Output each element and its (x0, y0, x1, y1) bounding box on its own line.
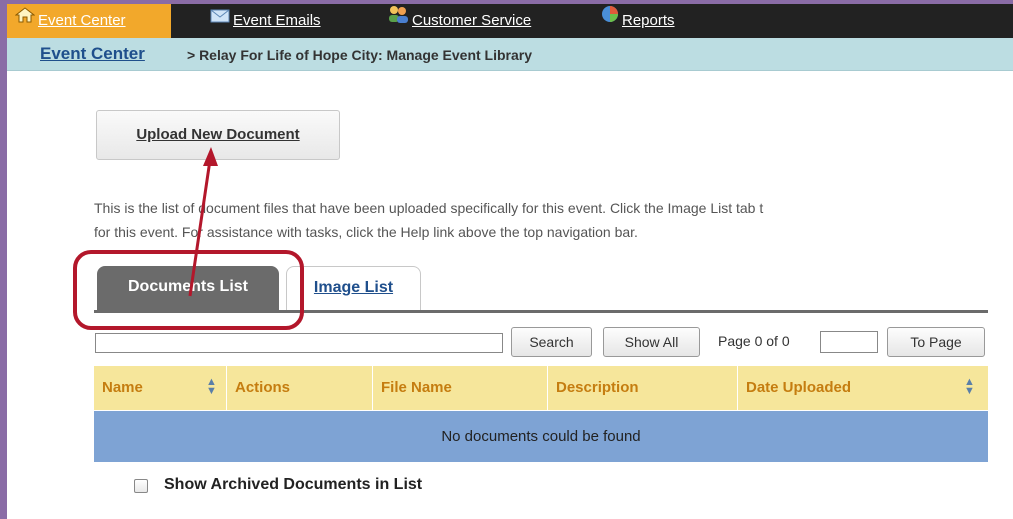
column-header-file-name[interactable]: File Name (373, 366, 548, 410)
show-archived-label[interactable]: Show Archived Documents in List (164, 476, 422, 494)
sort-arrows-icon[interactable]: ▲ ▼ (964, 377, 975, 397)
to-page-button[interactable]: To Page (887, 327, 985, 357)
sort-arrows-icon[interactable]: ▲ ▼ (206, 377, 217, 397)
search-input[interactable] (95, 333, 503, 353)
page-indicator: Page 0 of 0 (718, 333, 790, 349)
envelope-icon (210, 2, 230, 36)
table-header: Name ▲ ▼ Actions File Name Description Da… (94, 366, 988, 410)
people-icon (387, 2, 409, 36)
column-header-actions: Actions (227, 366, 373, 410)
nav-event-emails[interactable]: Event Emails (210, 4, 321, 38)
table-empty-row: No documents could be found (94, 411, 988, 462)
page-number-input[interactable] (820, 331, 878, 353)
column-header-name[interactable]: Name ▲ ▼ (94, 366, 227, 410)
window-frame-left (0, 0, 7, 519)
search-button[interactable]: Search (511, 327, 592, 357)
tab-image-list[interactable]: Image List (286, 266, 421, 310)
pie-chart-icon (601, 2, 619, 36)
annotation-highlight-box (73, 250, 304, 330)
column-header-actions-label: Actions (235, 379, 291, 396)
page-title: > Relay For Life of Hope City: Manage Ev… (187, 47, 533, 63)
column-header-date-uploaded-label: Date Uploaded (746, 379, 852, 396)
column-header-description[interactable]: Description (548, 366, 738, 410)
column-header-name-label: Name (102, 379, 143, 396)
breadcrumb: Event Center > Relay For Life of Hope Ci… (7, 38, 1013, 71)
upload-new-document-button[interactable]: Upload New Document (96, 110, 340, 160)
column-header-description-label: Description (556, 379, 639, 396)
show-all-button[interactable]: Show All (603, 327, 700, 357)
home-icon (14, 2, 36, 36)
breadcrumb-link-event-center[interactable]: Event Center (40, 44, 145, 64)
show-archived-checkbox[interactable] (134, 479, 148, 493)
nav-event-center-label: Event Center (38, 12, 126, 29)
nav-customer-service[interactable]: Customer Service (387, 4, 531, 38)
column-header-date-uploaded[interactable]: Date Uploaded ▲ ▼ (738, 366, 988, 410)
description-line-2: for this event. For assistance with task… (94, 224, 638, 240)
nav-customer-service-label: Customer Service (412, 12, 532, 29)
page-description: This is the list of document files that … (94, 196, 1013, 244)
nav-event-center[interactable]: Event Center (7, 4, 171, 38)
column-header-file-name-label: File Name (381, 379, 452, 396)
description-line-1: This is the list of document files that … (94, 200, 764, 216)
nav-reports-label: Reports (622, 12, 675, 29)
top-navigation: Event Center Event Emails Customer Servi… (7, 4, 1013, 38)
nav-event-emails-label: Event Emails (233, 12, 321, 29)
nav-reports[interactable]: Reports (601, 4, 675, 38)
